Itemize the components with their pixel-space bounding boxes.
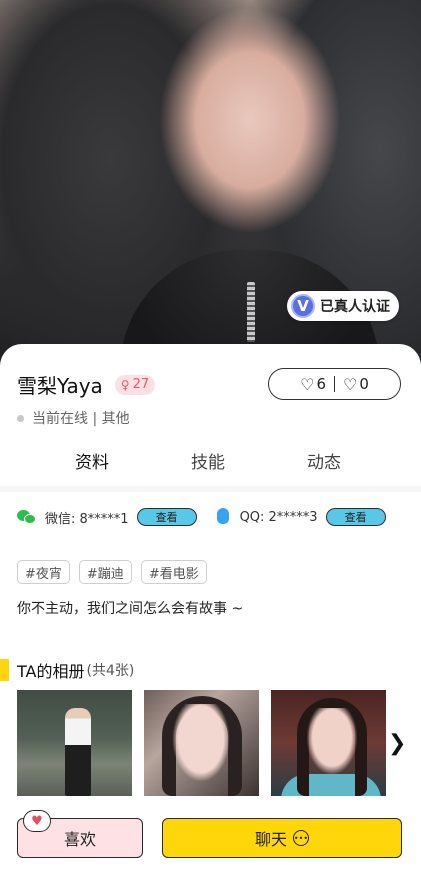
female-icon: ♀ <box>120 377 130 392</box>
tag-item[interactable]: #夜宵 <box>17 560 70 584</box>
bio-text: 你不主动，我们之间怎么会有故事 ~ <box>17 601 244 617</box>
broken-heart-icon[interactable]: ♡ <box>343 375 357 394</box>
dislike-count: 0 <box>359 375 369 393</box>
contact-row: 微信: 8*****1 查看 QQ: 2*****3 查看 <box>17 506 407 528</box>
wechat-icon <box>17 509 37 525</box>
like-dislike-pill: ♡ 6 ♡ 0 <box>268 368 401 400</box>
heart-bubble-icon: ♥ <box>23 810 51 832</box>
tab-skills[interactable]: 技能 <box>191 448 225 473</box>
album-title: TA的相册 <box>17 662 85 681</box>
online-status: 当前在线 | 其他 <box>17 408 130 428</box>
album-photo[interactable] <box>17 690 132 796</box>
like-count: 6 <box>316 375 326 393</box>
name-row: 雪梨Yaya ♀ 27 <box>17 370 156 399</box>
chevron-right-icon[interactable]: ❯ <box>388 732 406 756</box>
wechat-label: 微信: 8*****1 <box>45 511 129 527</box>
qq-icon <box>215 508 231 526</box>
album-accent-bar <box>0 659 9 681</box>
album-header: TA的相册 (共4张) <box>0 658 134 682</box>
verified-badge: V 已真人认证 <box>287 291 399 321</box>
verified-v-icon: V <box>291 294 315 318</box>
profile-tabs: 资料 技能 动态 <box>0 448 421 484</box>
tab-profile[interactable]: 资料 <box>75 448 109 473</box>
pill-divider <box>334 376 335 392</box>
album-photo[interactable] <box>144 690 259 796</box>
chat-bubble-icon: ••• <box>293 830 309 846</box>
profile-card: 雪梨Yaya ♀ 27 ♡ 6 ♡ 0 当前在线 | 其他 资料 技能 动态 微… <box>0 344 421 870</box>
album-count: (共4张) <box>86 663 135 679</box>
age-badge: ♀ 27 <box>114 374 156 395</box>
qq-label: QQ: 2*****3 <box>239 509 318 525</box>
like-button-label: 喜欢 <box>63 830 96 849</box>
profile-name: 雪梨Yaya <box>17 374 103 398</box>
heart-icon[interactable]: ♡ <box>300 375 314 394</box>
status-text: 当前在线 | 其他 <box>32 411 130 427</box>
photo-zipper <box>247 282 255 342</box>
tag-item[interactable]: #蹦迪 <box>78 560 132 584</box>
album-photo[interactable] <box>271 690 386 796</box>
chat-button-label: 聊天 <box>254 830 287 849</box>
tab-moments[interactable]: 动态 <box>307 448 341 473</box>
interest-tags: #夜宵 #蹦迪 #看电影 <box>17 560 216 584</box>
view-wechat-button[interactable]: 查看 <box>136 508 197 526</box>
status-dot <box>17 414 24 422</box>
verified-label: 已真人认证 <box>320 299 390 315</box>
profile-photo[interactable]: V 已真人认证 <box>0 0 421 372</box>
tag-item[interactable]: #看电影 <box>140 560 207 584</box>
chat-button[interactable]: 聊天 ••• <box>162 818 402 858</box>
age-value: 27 <box>132 377 150 392</box>
album-photos <box>17 690 398 796</box>
tab-divider <box>0 486 421 492</box>
view-qq-button[interactable]: 查看 <box>325 508 386 526</box>
